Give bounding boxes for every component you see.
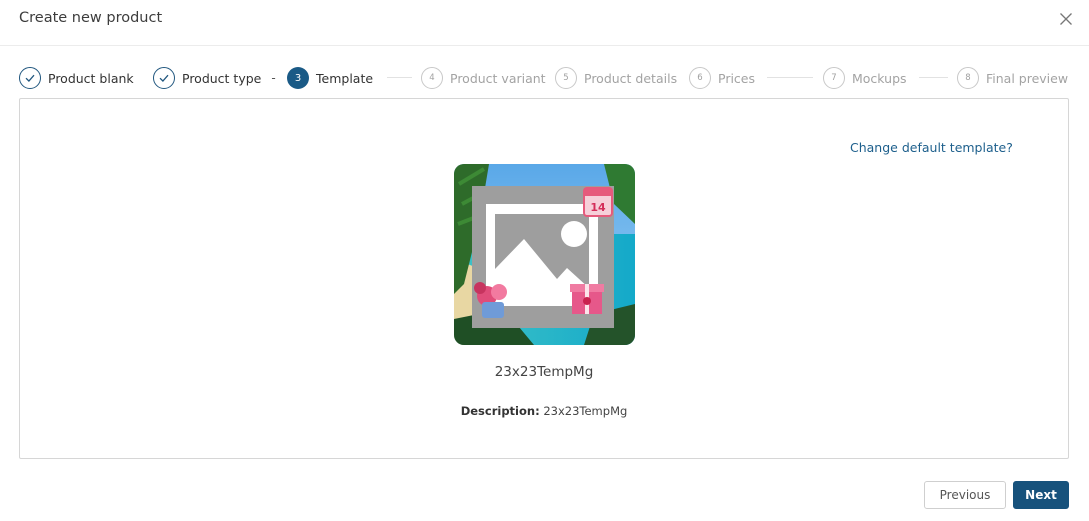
close-icon — [1060, 13, 1072, 25]
template-panel: Change default template? 14 23x23TempMg … — [19, 98, 1069, 459]
step-product-blank[interactable]: Product blank — [19, 66, 134, 90]
step-product-variant[interactable]: 4 Product variant — [421, 66, 547, 90]
step-prices[interactable]: 6 Prices — [689, 66, 755, 90]
step-label: Final preview — [986, 70, 1069, 86]
previous-button[interactable]: Previous — [924, 481, 1006, 509]
calendar-day: 14 — [590, 201, 606, 214]
stepper: Product blank Product type - 3 Template … — [0, 66, 1089, 90]
step-connector — [767, 77, 813, 78]
calendar-sticker: 14 — [583, 187, 613, 217]
description-value: 23x23TempMg — [543, 404, 628, 418]
step-number: 4 — [421, 67, 443, 89]
step-label: Product variant — [450, 70, 546, 86]
template-thumbnail[interactable]: 14 — [454, 164, 635, 345]
modal-title: Create new product — [19, 10, 163, 26]
close-button[interactable] — [1057, 10, 1075, 28]
step-connector — [919, 77, 948, 78]
step-number: 3 — [287, 67, 309, 89]
change-default-template-link[interactable]: Change default template? — [850, 140, 1013, 155]
template-description: Description: 23x23TempMg — [20, 404, 1068, 418]
step-mockups[interactable]: 7 Mockups — [823, 66, 907, 90]
step-label: Product details — [584, 70, 678, 86]
step-connector — [387, 77, 412, 78]
modal-header: Create new product — [0, 0, 1089, 46]
step-number: 6 — [689, 67, 711, 89]
step-template[interactable]: 3 Template — [287, 66, 373, 90]
step-product-type[interactable]: Product type - — [153, 66, 276, 90]
gift-sticker — [570, 284, 604, 314]
step-label: Prices — [718, 70, 756, 86]
step-label: Mockups — [852, 70, 907, 86]
step-label: Product blank — [48, 70, 134, 86]
step-number: 7 — [823, 67, 845, 89]
step-number: 5 — [555, 67, 577, 89]
step-label: Template — [316, 70, 374, 86]
next-button[interactable]: Next — [1013, 481, 1069, 509]
step-separator: - — [271, 71, 276, 85]
template-preview-image: 14 — [454, 164, 635, 345]
step-label: Product type — [182, 70, 262, 86]
step-final-preview[interactable]: 8 Final preview — [957, 66, 1068, 90]
step-number: 8 — [957, 67, 979, 89]
check-icon — [159, 74, 169, 82]
step-product-details[interactable]: 5 Product details — [555, 66, 677, 90]
description-label: Description: — [460, 404, 540, 418]
template-name: 23x23TempMg — [494, 364, 594, 380]
check-icon — [25, 74, 35, 82]
